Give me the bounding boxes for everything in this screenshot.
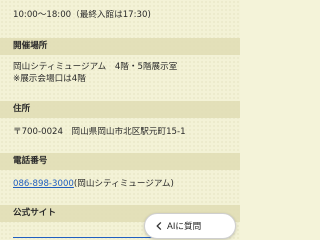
phone-heading: 電話番号	[0, 153, 240, 170]
chevron-left-icon	[156, 222, 162, 230]
phone-link[interactable]: 086-898-3000	[13, 179, 74, 189]
address-heading: 住所	[0, 101, 240, 118]
venue-heading: 開催場所	[0, 38, 240, 55]
venue-note: ※展示会場口は4階	[13, 74, 86, 84]
ai-question-button[interactable]: AIに質問	[144, 213, 236, 239]
phone-row: 086-898-3000(岡山シティミュージアム)	[0, 179, 240, 190]
hours-value: 10:00～18:00（最終入館は17:30)	[13, 10, 151, 20]
venue-value: 岡山シティミュージアム 4階・5階展示室	[13, 62, 178, 72]
ai-question-label: AIに質問	[167, 222, 202, 232]
phone-suffix: (岡山シティミュージアム)	[73, 179, 174, 189]
event-info-page: 10:00～18:00（最終入館は17:30) 開催場所 岡山シティミュージアム…	[0, 0, 240, 240]
address-value: 〒700-0024 岡山県岡山市北区駅元町15-1	[13, 127, 186, 137]
